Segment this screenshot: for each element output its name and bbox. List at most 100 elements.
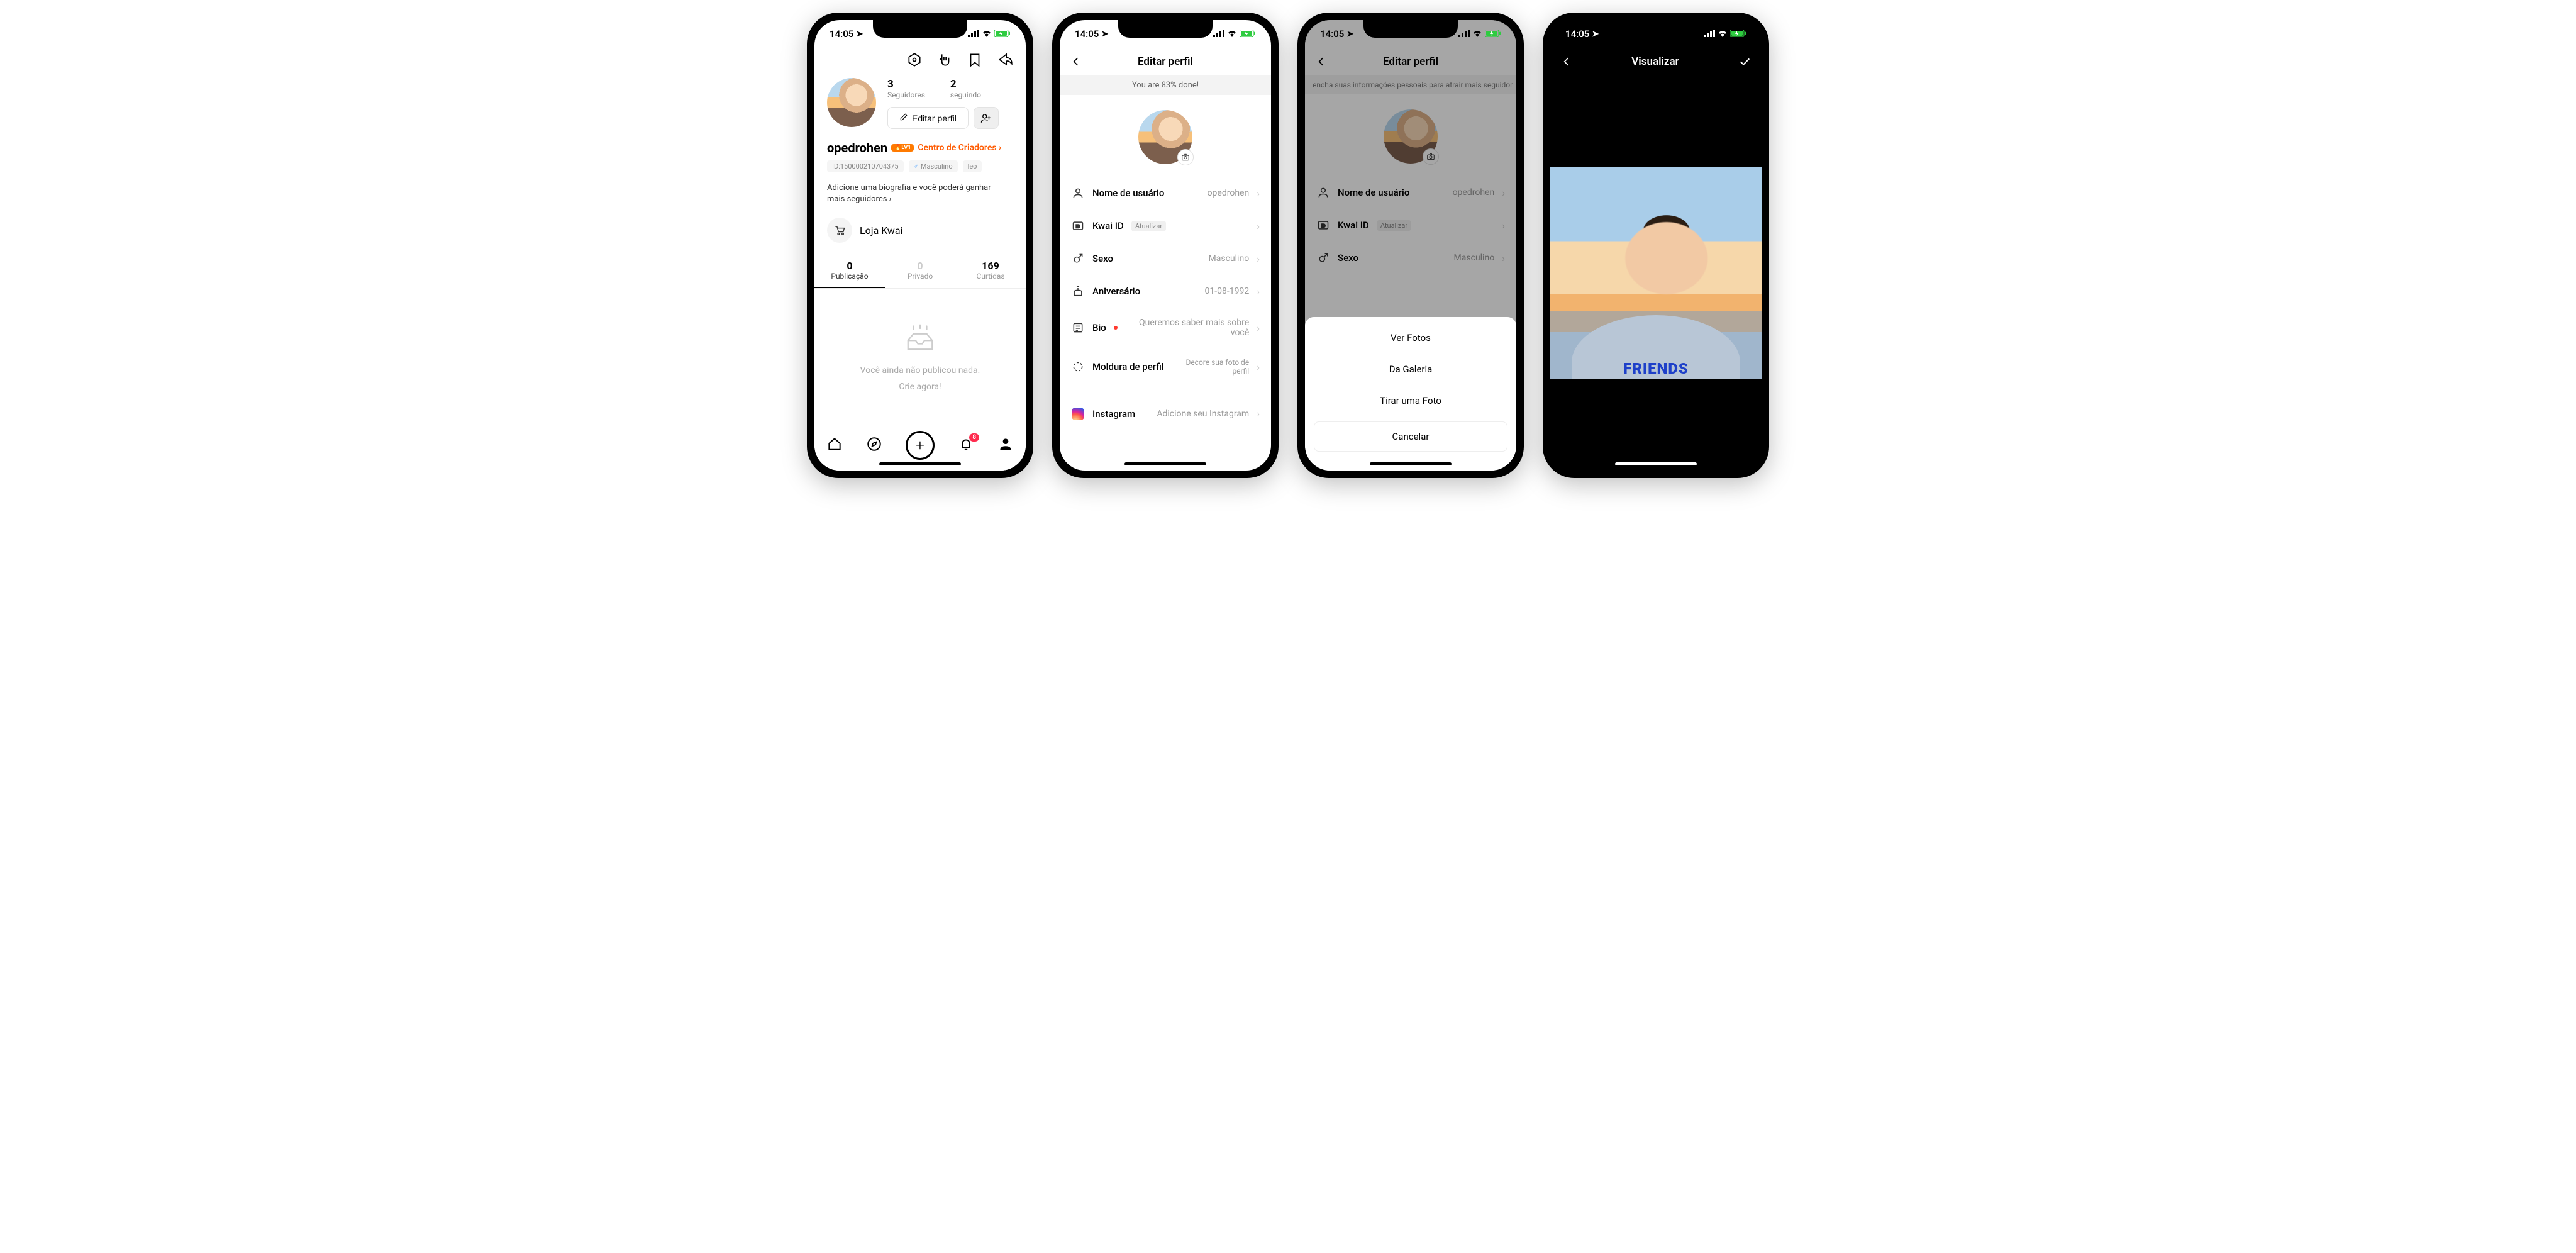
creator-center-link[interactable]: Centro de Criadores › xyxy=(918,143,1001,153)
row-kwai-id[interactable]: ID Kwai ID Atualizar › xyxy=(1060,209,1271,242)
sheet-view-photos[interactable]: Ver Fotos xyxy=(1314,322,1507,354)
profile-header: 3 Seguidores 2 seguindo Editar perfil xyxy=(814,74,1026,133)
cart-icon xyxy=(827,218,852,243)
notch xyxy=(1118,20,1213,38)
action-sheet: Ver Fotos Da Galeria Tirar uma Foto Canc… xyxy=(1305,317,1516,471)
pencil-icon xyxy=(899,113,908,123)
chevron-right-icon: › xyxy=(1257,408,1260,420)
red-dot-icon xyxy=(1114,326,1118,330)
signal-icon xyxy=(1704,28,1715,40)
signal-icon xyxy=(1213,28,1224,40)
share-icon[interactable] xyxy=(997,52,1013,68)
frame-icon xyxy=(1071,360,1085,373)
cake-icon xyxy=(1071,285,1085,298)
avatar[interactable] xyxy=(827,78,876,127)
instagram-value: Adicione seu Instagram xyxy=(1143,409,1249,419)
wifi-icon xyxy=(1472,28,1482,40)
notification-badge: 8 xyxy=(969,433,979,442)
sheet-cancel[interactable]: Cancelar xyxy=(1314,421,1507,452)
back-button[interactable] xyxy=(1560,54,1575,69)
tab-likes[interactable]: 169 Curtidas xyxy=(955,253,1026,288)
stat-following[interactable]: 2 seguindo xyxy=(950,78,981,99)
bio-hint[interactable]: Adicione uma biografia e você poderá gan… xyxy=(814,176,1026,211)
bio-label: Bio xyxy=(1092,322,1106,333)
sex-label: Sexo xyxy=(1092,253,1113,264)
phone-1-profile: 14:05 ➤ xyxy=(807,13,1033,478)
location-icon: ➤ xyxy=(1592,30,1599,39)
notch xyxy=(1363,20,1458,38)
nav-discover-icon[interactable] xyxy=(866,436,882,455)
status-time: 14:05 xyxy=(1075,28,1099,40)
nav-notifications-icon[interactable]: 8 xyxy=(958,436,974,455)
nav-home-icon[interactable] xyxy=(826,436,843,455)
chevron-right-icon: › xyxy=(1257,286,1260,298)
settings-icon[interactable] xyxy=(906,52,923,68)
edit-profile-button[interactable]: Editar perfil xyxy=(887,107,969,129)
home-indicator xyxy=(1615,462,1697,465)
header: Visualizar xyxy=(1550,48,1762,75)
likes-label: Curtidas xyxy=(955,272,1026,281)
gender-tag[interactable]: ♂Masculino xyxy=(909,160,958,172)
row-sex[interactable]: Sexo Masculino › xyxy=(1060,242,1271,275)
battery-icon xyxy=(1730,28,1746,40)
back-button[interactable] xyxy=(1070,54,1085,69)
stat-followers[interactable]: 3 Seguidores xyxy=(887,78,925,99)
battery-icon xyxy=(1485,28,1501,40)
home-indicator xyxy=(879,462,961,465)
birthday-value: 01-08-1992 xyxy=(1148,286,1249,296)
status-time: 14:05 xyxy=(1565,28,1589,40)
page-title: Visualizar xyxy=(1575,55,1735,68)
row-birthday[interactable]: Aniversário 01-08-1992 › xyxy=(1060,275,1271,308)
row-frame[interactable]: Moldura de perfil Decore sua foto de per… xyxy=(1060,348,1271,386)
edit-profile-label: Editar perfil xyxy=(912,113,957,123)
phone-4-preview: 14:05 ➤ Visualizar FRIENDS xyxy=(1543,13,1769,478)
preview-area[interactable]: FRIENDS xyxy=(1550,75,1762,471)
birthday-label: Aniversário xyxy=(1092,286,1140,297)
id-tag[interactable]: ID:150000210704375 xyxy=(827,160,904,172)
tab-posts[interactable]: 0 Publicação xyxy=(814,253,885,288)
row-username[interactable]: Nome de usuário opedrohen › xyxy=(1060,177,1271,209)
sheet-from-gallery[interactable]: Da Galeria xyxy=(1314,354,1507,385)
posts-count: 0 xyxy=(814,260,885,272)
add-friend-button[interactable] xyxy=(974,107,999,129)
row-bio[interactable]: Bio Queremos saber mais sobre você › xyxy=(1060,308,1271,348)
chevron-right-icon: › xyxy=(1257,187,1260,199)
inbox-icon xyxy=(902,324,938,359)
bio-icon xyxy=(1071,321,1085,334)
frame-label: Moldura de perfil xyxy=(1092,361,1164,372)
avatar[interactable] xyxy=(1138,110,1192,164)
pointer-icon[interactable] xyxy=(936,52,953,68)
username-row: opedrohen 🔥LV1 Centro de Criadores › xyxy=(814,133,1026,157)
nav-create-button[interactable]: + xyxy=(906,431,935,460)
chevron-right-icon: › xyxy=(1257,220,1260,232)
bio-hint-line1: Adicione uma biografia e você poderá gan… xyxy=(827,182,1013,194)
row-instagram[interactable]: Instagram Adicione seu Instagram › xyxy=(1060,398,1271,430)
battery-icon xyxy=(1240,28,1256,40)
followers-count: 3 xyxy=(887,78,925,91)
tab-private[interactable]: 0 Privado xyxy=(885,253,955,288)
zodiac-tag[interactable]: leo xyxy=(963,160,982,172)
sheet-take-photo[interactable]: Tirar uma Foto xyxy=(1314,385,1507,416)
bookmark-icon[interactable] xyxy=(967,52,983,68)
confirm-button[interactable] xyxy=(1735,53,1752,70)
bio-value: Queremos saber mais sobre você xyxy=(1125,318,1249,338)
private-label: Privado xyxy=(885,272,955,281)
signal-icon xyxy=(1458,28,1470,40)
store-row[interactable]: Loja Kwai xyxy=(814,211,1026,253)
wifi-icon xyxy=(1227,28,1237,40)
notch xyxy=(873,20,967,38)
settings-list: Nome de usuário opedrohen › ID Kwai ID A… xyxy=(1060,177,1271,430)
username-value: opedrohen xyxy=(1172,188,1249,198)
camera-icon[interactable] xyxy=(1177,149,1194,165)
bio-hint-line2: mais seguidores › xyxy=(827,194,1013,205)
store-label: Loja Kwai xyxy=(860,225,902,237)
location-icon: ➤ xyxy=(1346,30,1353,39)
wifi-icon xyxy=(1718,28,1728,40)
nav-profile-icon[interactable] xyxy=(997,436,1014,455)
preview-image: FRIENDS xyxy=(1550,167,1762,379)
header-actions xyxy=(814,48,1026,74)
likes-count: 169 xyxy=(955,260,1026,272)
chevron-right-icon: › xyxy=(1257,322,1260,334)
instagram-label: Instagram xyxy=(1092,408,1135,420)
id-icon: ID xyxy=(1071,220,1085,232)
